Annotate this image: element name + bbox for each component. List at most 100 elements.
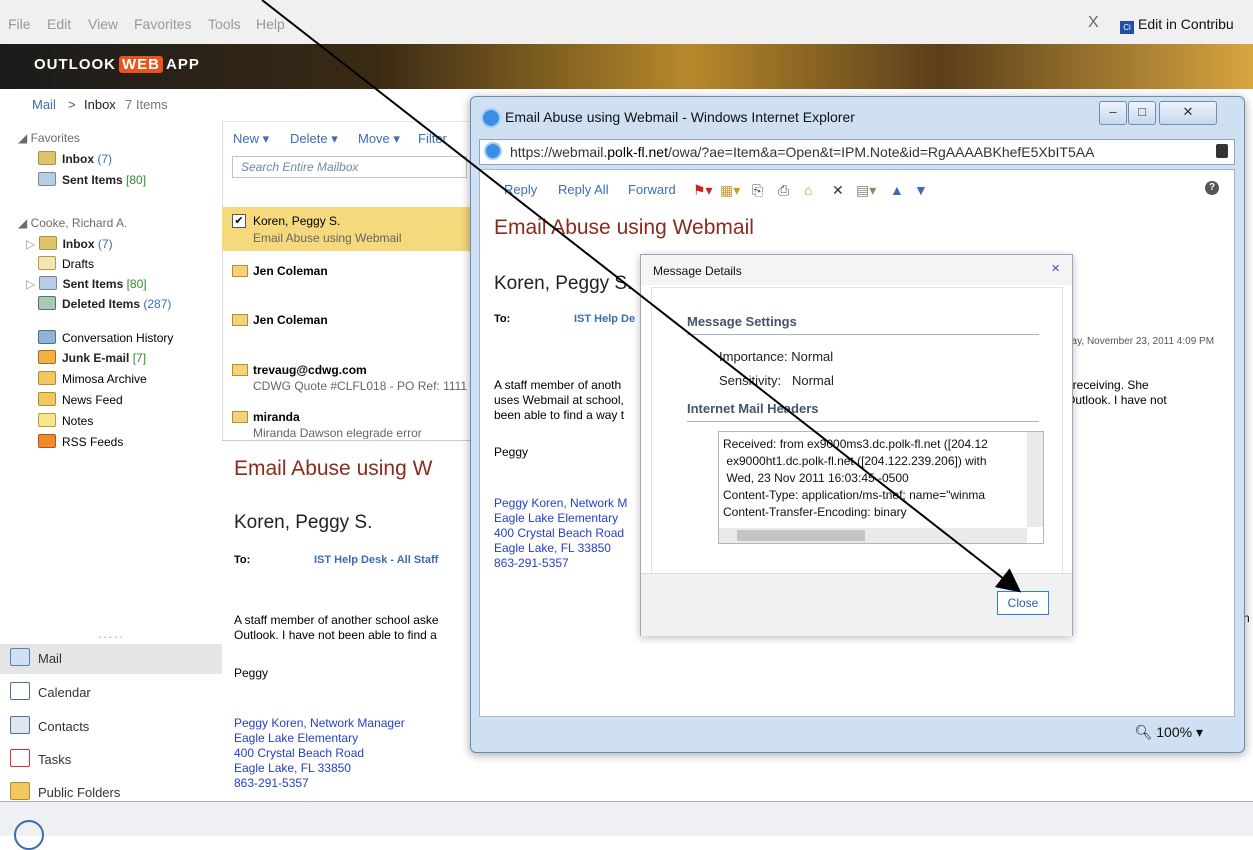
scrollbar-thumb[interactable]: [737, 530, 865, 541]
menu-view[interactable]: View: [88, 16, 118, 32]
message-to-recipient[interactable]: IST Help De: [574, 313, 635, 325]
reading-to-recipient[interactable]: IST Help Desk - All Staff: [314, 554, 438, 566]
new-button[interactable]: New ▾: [233, 131, 269, 147]
internet-headers-header: Internet Mail Headers: [687, 401, 819, 416]
rss-icon: [38, 434, 56, 448]
junk-email-icon: [38, 350, 56, 364]
close-button[interactable]: Close: [997, 591, 1049, 615]
ie-status-bar: 🔍︎ 100% ▾: [479, 719, 1233, 745]
divider: [687, 334, 1039, 335]
categories-icon[interactable]: ▦▾: [720, 182, 740, 199]
message-details-icon[interactable]: ▤▾: [856, 182, 876, 199]
mail-icon: [10, 648, 30, 666]
fav-inbox[interactable]: Inbox (7): [38, 151, 112, 170]
minimize-button[interactable]: ‒: [1099, 101, 1127, 125]
filter-button[interactable]: Filter: [418, 131, 447, 146]
search-input[interactable]: Search Entire Mailbox: [232, 156, 467, 178]
previous-item-icon[interactable]: ▲: [890, 182, 904, 198]
horizontal-scrollbar[interactable]: [719, 528, 1027, 543]
flag-icon[interactable]: ⚑▾: [693, 182, 713, 199]
folder-junk-email[interactable]: Junk E-mail [7]: [38, 350, 146, 369]
folder-drafts[interactable]: Drafts: [38, 256, 94, 275]
breadcrumb-mail[interactable]: Mail: [32, 97, 56, 112]
list-item[interactable]: Jen Coleman: [222, 308, 470, 348]
ie-logo-icon: [481, 108, 501, 128]
internet-headers-textbox[interactable]: Received: from ex9000ms3.dc.polk-fl.net …: [718, 431, 1044, 544]
menu-favorites[interactable]: Favorites: [134, 16, 192, 32]
lock-icon[interactable]: [1216, 144, 1228, 158]
inbox-icon: [38, 236, 57, 250]
move-to-folder-icon[interactable]: ⎘: [752, 182, 763, 199]
breadcrumb-count: 7 Items: [125, 97, 168, 112]
list-item[interactable]: trevaug@cdwg.com CDWG Quote #CLFL018 - P…: [222, 360, 470, 400]
dialog-content: Message Settings Importance: Normal Sens…: [651, 287, 1063, 574]
envelope-icon: [232, 411, 248, 423]
contribute-icon: Ci: [1120, 21, 1134, 34]
address-url: https://webmail.polk-fl.net/owa/?ae=Item…: [510, 144, 1095, 160]
folder-notes[interactable]: Notes: [38, 413, 93, 432]
message-body: A staff member of anoth uses Webmail at …: [494, 378, 625, 422]
folder-conversation-history[interactable]: Conversation History: [38, 330, 173, 349]
menu-file[interactable]: File: [8, 16, 31, 32]
module-calendar[interactable]: Calendar: [10, 682, 91, 700]
list-item[interactable]: Jen Coleman: [222, 259, 470, 299]
module-contacts[interactable]: Contacts: [10, 716, 89, 734]
account-header[interactable]: ◢ Cooke, Richard A.: [18, 216, 127, 230]
print-icon[interactable]: ⎙: [778, 182, 789, 199]
address-bar[interactable]: https://webmail.polk-fl.net/owa/?ae=Item…: [479, 139, 1235, 165]
folder-icon: [38, 371, 56, 385]
window-close-button[interactable]: ✕: [1159, 101, 1217, 125]
forward-button[interactable]: Forward: [628, 182, 676, 197]
vertical-scrollbar[interactable]: [1027, 432, 1043, 527]
sensitivity-row: Sensitivity: Normal: [719, 373, 834, 388]
edit-in-contribute-label: Edit in Contribu: [1138, 16, 1234, 32]
module-public-folders[interactable]: Public Folders: [10, 782, 120, 800]
zoom-control[interactable]: 🔍︎ 100% ▾: [1135, 724, 1203, 741]
delete-button[interactable]: Delete ▾: [290, 131, 338, 147]
menu-edit[interactable]: Edit: [47, 16, 71, 32]
envelope-icon: [232, 314, 248, 326]
module-tasks[interactable]: Tasks: [10, 749, 71, 767]
reading-sender: Koren, Peggy S.: [234, 512, 373, 533]
edit-in-contribute-button[interactable]: Ci Edit in Contribu: [1120, 16, 1234, 34]
internet-headers-text: Received: from ex9000ms3.dc.polk-fl.net …: [723, 437, 988, 519]
next-item-icon[interactable]: ▼: [914, 182, 928, 198]
start-orb-icon[interactable]: [14, 820, 44, 850]
fav-sent-items[interactable]: Sent Items [80]: [38, 172, 146, 191]
module-mail[interactable]: Mail: [0, 644, 222, 674]
owa-banner: OUTLOOK WEB APP: [0, 44, 1253, 89]
help-icon[interactable]: ?: [1205, 181, 1219, 195]
folder-inbox[interactable]: ▷ Inbox (7): [26, 236, 113, 255]
owa-logo: OUTLOOK WEB APP: [34, 56, 200, 73]
reply-all-button[interactable]: Reply All: [558, 182, 609, 197]
sent-items-icon: [38, 172, 56, 186]
list-item[interactable]: ✔ Koren, Peggy S. Email Abuse using Webm…: [222, 207, 470, 251]
dialog-close-icon[interactable]: ×: [1051, 260, 1060, 277]
open-folder-icon[interactable]: ⌂: [804, 182, 812, 198]
reading-to-label: To:: [234, 554, 251, 566]
list-item[interactable]: miranda Miranda Dawson elegrade error: [222, 406, 470, 439]
zoom-icon: 🔍︎: [1134, 724, 1153, 740]
bottom-status-bar: [0, 801, 1253, 850]
reply-button[interactable]: Reply: [504, 182, 537, 197]
dialog-header: Message Details ×: [641, 255, 1072, 285]
folder-mimosa-archive[interactable]: Mimosa Archive: [38, 371, 147, 390]
favorites-header[interactable]: ◢ Favorites: [18, 131, 80, 145]
divider: [687, 421, 1039, 422]
conversation-history-icon: [38, 330, 56, 344]
delete-icon[interactable]: ✕: [832, 182, 844, 199]
menu-tools[interactable]: Tools: [208, 16, 241, 32]
breadcrumb-inbox: Inbox: [84, 97, 116, 112]
toolbar-close-icon[interactable]: X: [1088, 14, 1099, 32]
folder-news-feed[interactable]: News Feed: [38, 392, 123, 411]
pane-resize-handle[interactable]: .....: [98, 627, 125, 641]
menu-help[interactable]: Help: [256, 16, 285, 32]
folder-sent-items[interactable]: ▷ Sent Items [80]: [26, 276, 147, 295]
reading-body: A staff member of another school aske Out…: [234, 613, 439, 642]
move-button[interactable]: Move ▾: [358, 131, 400, 147]
maximize-button[interactable]: □: [1128, 101, 1156, 125]
message-list: ✔ Koren, Peggy S. Email Abuse using Webm…: [222, 207, 470, 439]
folder-deleted-items[interactable]: Deleted Items (287): [38, 296, 171, 315]
folder-rss-feeds[interactable]: RSS Feeds: [38, 434, 123, 453]
checkbox-checked-icon[interactable]: ✔: [232, 214, 246, 228]
